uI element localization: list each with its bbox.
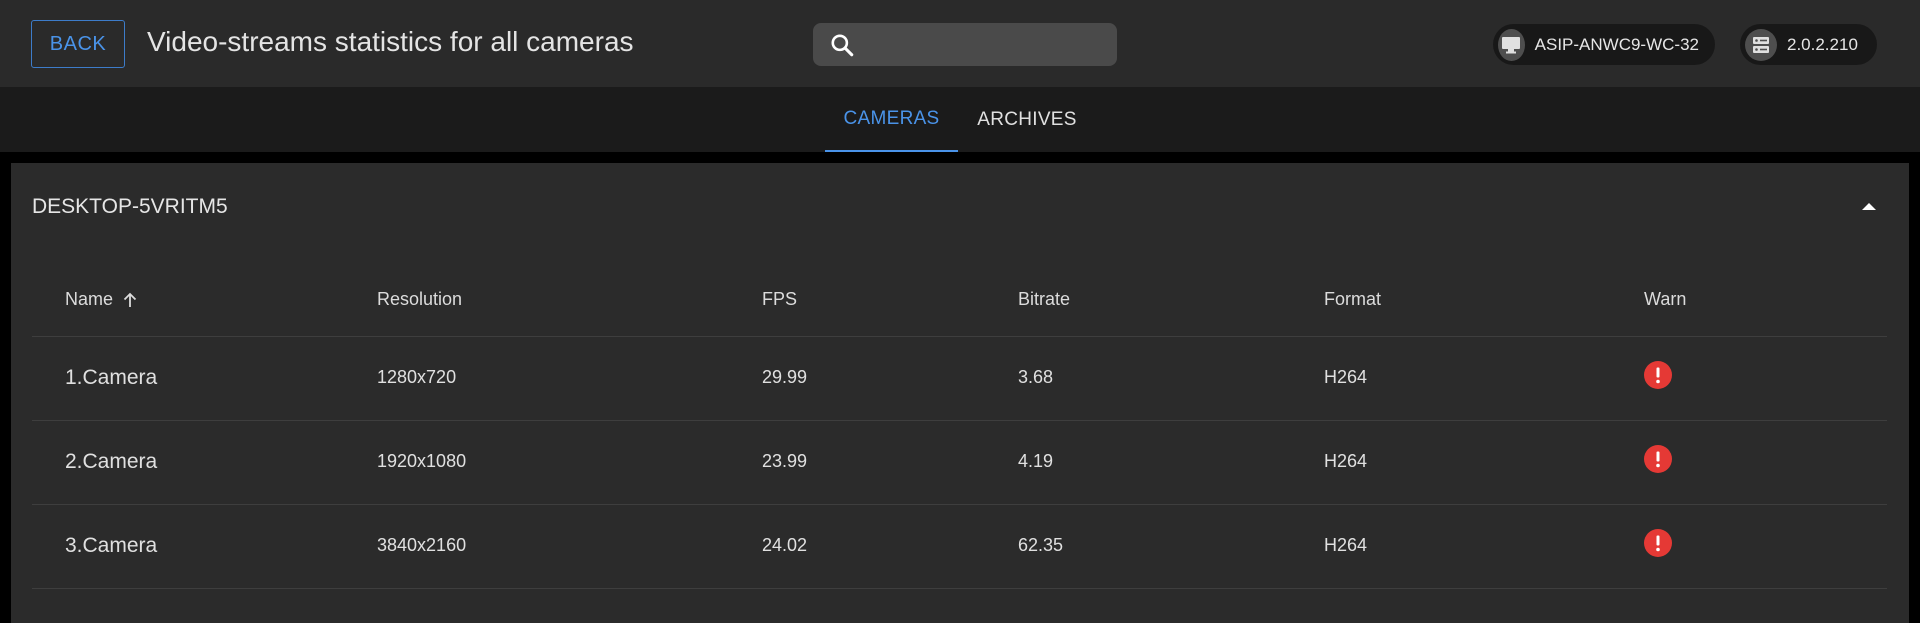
sort-arrow-up-icon: [123, 292, 137, 307]
search-box[interactable]: [813, 23, 1117, 66]
column-header-warn[interactable]: Warn: [1644, 289, 1686, 310]
cell-name: 2.Camera: [65, 450, 158, 473]
warning-icon[interactable]: [1644, 529, 1672, 557]
host-chip-label: ASIP-ANWC9-WC-32: [1534, 34, 1699, 54]
search-icon: [831, 34, 854, 57]
table-row[interactable]: 3.Camera 3840x2160 24.02 62.35 H264: [32, 505, 1887, 589]
cell-bitrate: 3.68: [1018, 367, 1054, 387]
stats-table: Name Resolution FPS Bitrate Format Warn …: [32, 264, 1887, 589]
warning-icon[interactable]: [1644, 361, 1672, 389]
cell-fps: 24.02: [762, 535, 808, 555]
cell-resolution: 1920x1080: [377, 451, 467, 471]
table-header: Name Resolution FPS Bitrate Format Warn: [32, 264, 1887, 337]
server-icon: [1745, 28, 1777, 61]
ip-chip-label: 2.0.2.210: [1787, 34, 1858, 54]
cell-bitrate: 4.19: [1018, 451, 1054, 471]
tab-bar: CAMERAS ARCHIVES: [0, 87, 1920, 152]
cell-format: H264: [1324, 535, 1368, 555]
column-header-name[interactable]: Name: [65, 289, 139, 310]
cell-format: H264: [1324, 451, 1368, 471]
back-button[interactable]: BACK: [31, 20, 125, 68]
ip-chip[interactable]: 2.0.2.210: [1740, 24, 1877, 65]
cell-bitrate: 62.35: [1018, 535, 1064, 555]
tab-cameras[interactable]: CAMERAS: [825, 87, 958, 152]
table-row[interactable]: 1.Camera 1280x720 29.99 3.68 H264: [32, 337, 1887, 421]
column-header-resolution[interactable]: Resolution: [377, 289, 462, 310]
table-row[interactable]: 2.Camera 1920x1080 23.99 4.19 H264: [32, 421, 1887, 505]
cell-resolution: 3840x2160: [377, 535, 467, 555]
page-title: Video-streams statistics for all cameras: [147, 26, 634, 57]
panel-title: DESKTOP-5VRITM5: [32, 195, 228, 218]
cell-format: H264: [1324, 367, 1368, 387]
cell-fps: 23.99: [762, 451, 808, 471]
cell-resolution: 1280x720: [377, 367, 457, 387]
collapse-icon[interactable]: [1859, 199, 1879, 213]
column-header-bitrate[interactable]: Bitrate: [1018, 289, 1070, 310]
search-input[interactable]: [867, 23, 1107, 66]
cell-name: 3.Camera: [65, 534, 158, 557]
cell-name: 1.Camera: [65, 366, 158, 389]
column-header-fps[interactable]: FPS: [762, 289, 797, 310]
warning-icon[interactable]: [1644, 445, 1672, 473]
cell-fps: 29.99: [762, 367, 808, 387]
top-bar: BACK Video-streams statistics for all ca…: [0, 0, 1920, 87]
column-header-format[interactable]: Format: [1324, 289, 1381, 310]
tab-archives[interactable]: ARCHIVES: [960, 87, 1094, 152]
monitor-icon: [1498, 28, 1525, 61]
host-chip[interactable]: ASIP-ANWC9-WC-32: [1493, 24, 1715, 65]
server-panel: DESKTOP-5VRITM5 Name Resolution FPS Bitr…: [11, 163, 1909, 623]
